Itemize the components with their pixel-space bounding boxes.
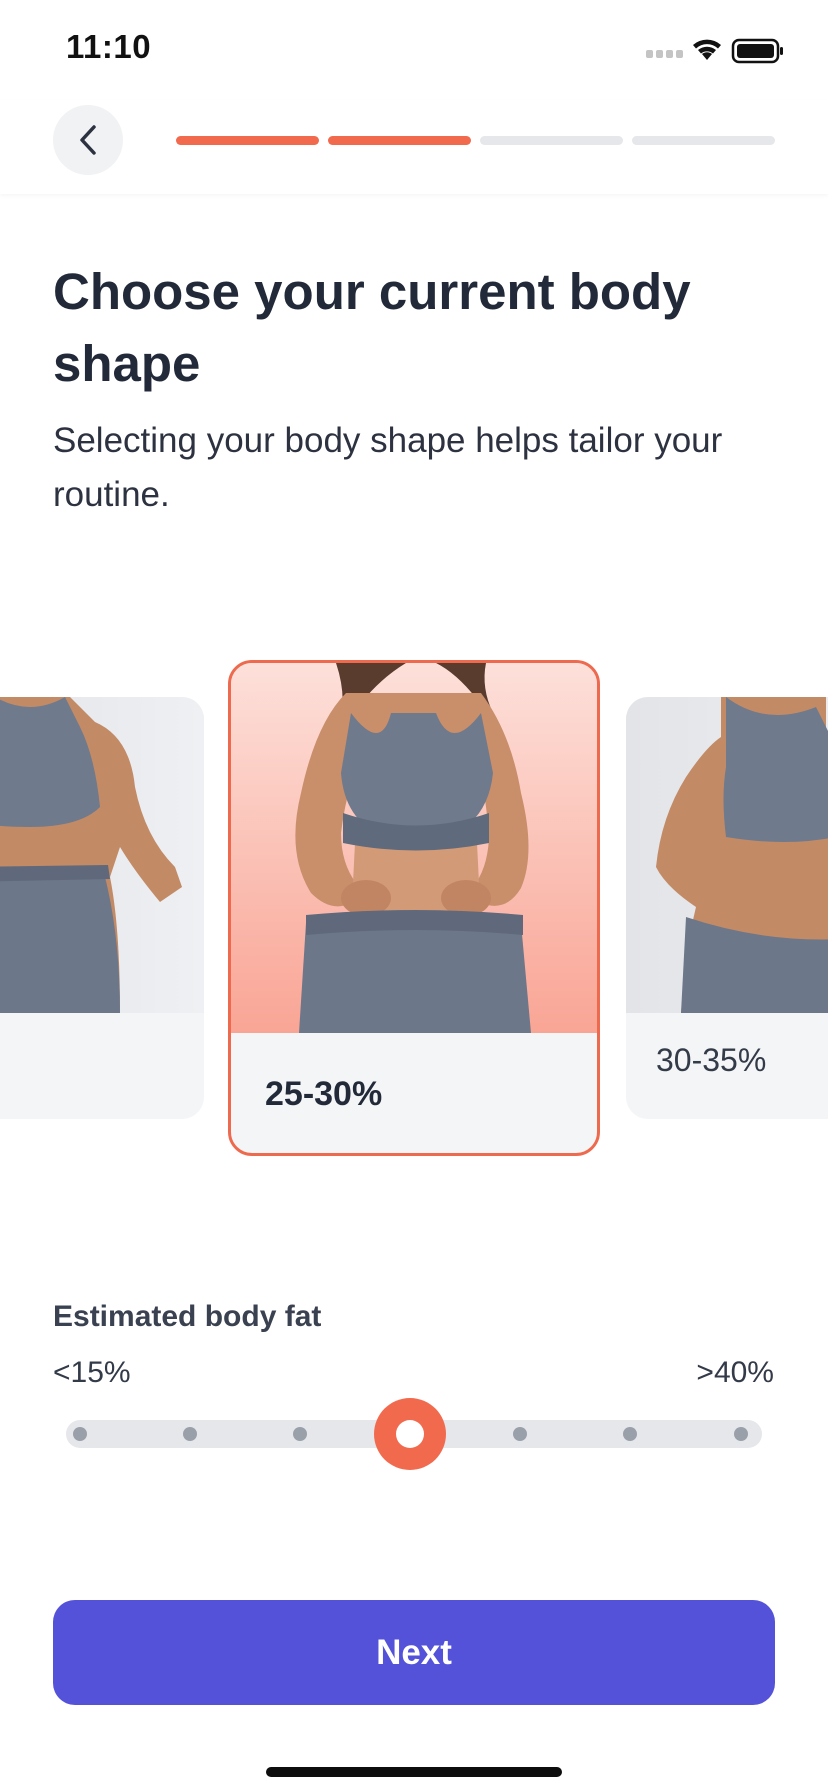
body-fat-label: Estimated body fat [53,1300,322,1333]
slider-tick[interactable] [73,1427,87,1441]
body-shape-card-next[interactable]: 30-35% [626,697,828,1119]
progress-step-1 [176,136,319,145]
body-shape-card-selected[interactable]: 25-30% [228,660,600,1156]
status-icons [646,36,796,66]
battery-icon [731,38,783,64]
slider-tick[interactable] [183,1427,197,1441]
page-subtitle: Selecting your body shape helps tailor y… [53,421,723,514]
body-fat-max-label: >40% [696,1356,774,1389]
page-title: Choose your current body shape [53,263,691,392]
body-shape-label: 25-30% [265,1075,383,1113]
body-shape-card-previous[interactable]: 5% [0,697,204,1119]
home-indicator [266,1767,562,1777]
body-shape-photo [231,663,597,1033]
progress-step-2 [328,136,471,145]
back-button[interactable] [53,105,123,175]
slider-tick[interactable] [293,1427,307,1441]
status-time: 11:10 [66,28,152,65]
next-button[interactable]: Next [53,1600,775,1705]
slider-tick[interactable] [513,1427,527,1441]
progress-step-4 [632,136,775,145]
progress-step-3 [480,136,623,145]
header [0,100,828,194]
slider-tick[interactable] [623,1427,637,1441]
slider-thumb[interactable] [374,1398,446,1470]
body-fat-slider[interactable] [66,1398,762,1470]
onboarding-progress [176,136,776,145]
cellular-signal-icon [646,50,683,58]
body-shape-photo [0,697,204,1013]
status-bar: 11:10 [0,0,828,100]
body-shape-photo [626,697,828,1013]
body-shape-label: 5% [0,1042,196,1079]
body-fat-min-label: <15% [53,1356,131,1389]
body-shape-label: 30-35% [656,1042,767,1078]
wifi-icon [693,39,721,60]
chevron-left-icon [80,125,96,155]
slider-tick[interactable] [734,1427,748,1441]
